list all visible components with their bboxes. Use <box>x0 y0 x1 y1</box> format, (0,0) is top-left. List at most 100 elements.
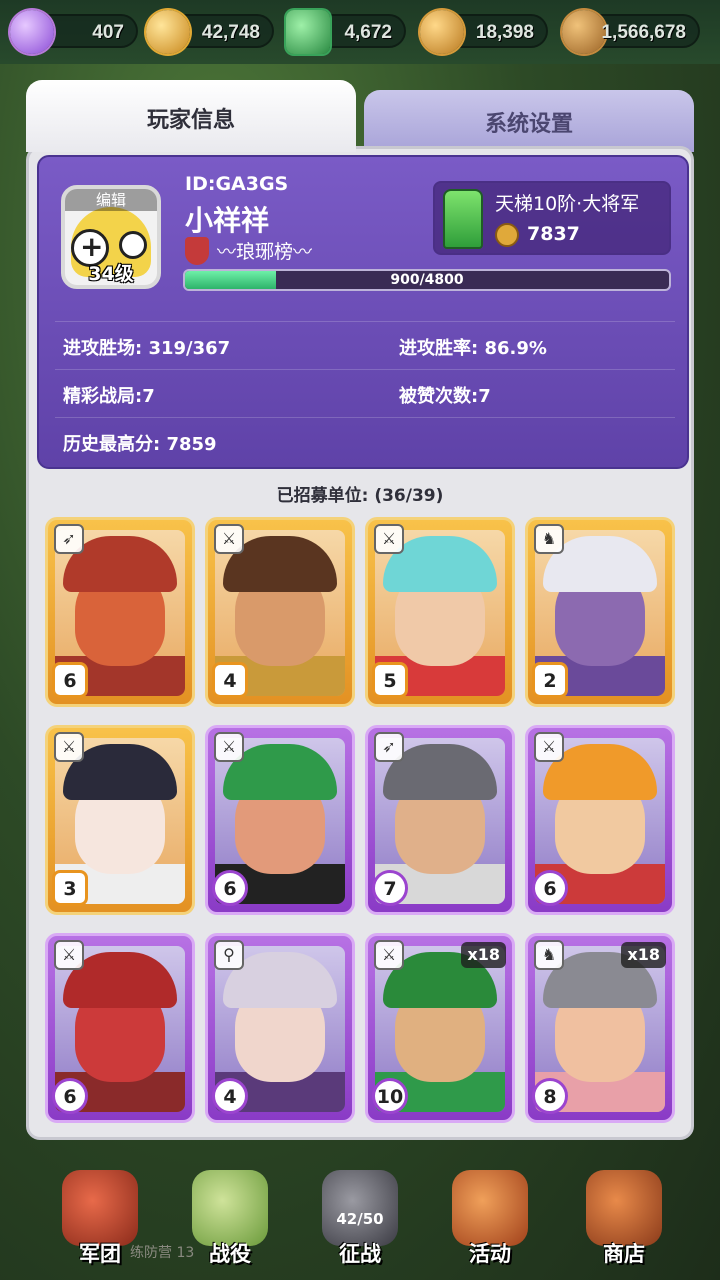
nav-subtext: 练防营 13 <box>130 1245 195 1261</box>
battle-count: 42/50 <box>336 1210 384 1228</box>
player-level: 34级 <box>88 263 134 285</box>
legion-icon <box>62 1170 138 1246</box>
edit-avatar-button[interactable]: 编辑 <box>65 189 157 211</box>
best-score-stat: 历史最高分: 7859 <box>63 434 217 455</box>
resource-wood[interactable]: 1,566,678 <box>562 10 700 54</box>
jade-icon <box>286 10 330 54</box>
unit-level-badge: 2 <box>532 662 568 698</box>
unit-card[interactable]: ♞ 8 x18 <box>525 933 675 1123</box>
resource-grain[interactable]: 18,398 <box>420 10 548 54</box>
tab-player-info-label: 玩家信息 <box>146 108 235 133</box>
nav-legion[interactable]: 军团 <box>40 1170 160 1280</box>
crossbow-icon: ➶ <box>54 524 84 554</box>
player-id: ID:GA3GS <box>185 173 289 195</box>
unit-count-badge: x18 <box>621 942 666 968</box>
rank-coin-icon <box>495 223 519 247</box>
unit-card[interactable]: ⚔ 4 <box>205 517 355 707</box>
resource-bar: 407 42,748 4,672 18,398 1,566,678 <box>0 0 720 64</box>
win-rate-stat: 进攻胜率: 86.9% <box>399 338 547 359</box>
wood-value: 1,566,678 <box>601 22 686 43</box>
unit-level-badge: 6 <box>52 1078 88 1114</box>
bottom-nav: 军团 战役 42/50 征战 活动 商店 <box>0 1140 720 1280</box>
rank-title: 天梯10阶·大将军 <box>495 193 640 215</box>
rank-trophy-icon <box>443 189 483 249</box>
rank-score: 7837 <box>527 223 580 245</box>
unit-card[interactable]: ⚔ 6 <box>525 725 675 915</box>
unit-level-badge: 3 <box>52 870 88 906</box>
tab-system-settings-label: 系统设置 <box>484 112 573 137</box>
sword-icon: ⚔ <box>374 940 404 970</box>
unit-level-badge: 4 <box>212 662 248 698</box>
profile-card: + 编辑 34级 ID:GA3GS 小祥祥 〰琅琊榜〰 天梯10阶·大将军 78… <box>37 155 689 469</box>
unit-card[interactable]: ⚔ 5 <box>365 517 515 707</box>
unit-count-badge: x18 <box>461 942 506 968</box>
avatar[interactable]: + 编辑 34级 <box>61 185 161 289</box>
nav-events-label: 活动 <box>469 1242 511 1266</box>
unit-level-badge: 5 <box>372 662 408 698</box>
tab-system-settings[interactable]: 系统设置 <box>364 90 694 152</box>
nav-battle-label: 征战 <box>339 1242 381 1266</box>
tab-player-info[interactable]: 玩家信息 <box>26 80 356 152</box>
gems-value: 407 <box>92 22 124 43</box>
resource-gold[interactable]: 42,748 <box>146 10 274 54</box>
guild-name[interactable]: 〰琅琊榜〰 <box>217 237 312 264</box>
crossbow-icon: ➶ <box>374 732 404 762</box>
stats-row-1: 进攻胜场: 319/367 进攻胜率: 86.9% <box>55 321 675 369</box>
resource-gems[interactable]: 407 <box>10 10 138 54</box>
unit-card[interactable]: ⚔ 10 x18 <box>365 933 515 1123</box>
unit-level-badge: 4 <box>212 1078 248 1114</box>
jade-value: 4,672 <box>344 22 392 43</box>
avatar-eye <box>119 231 147 259</box>
unit-card[interactable]: ⚔ 6 <box>45 933 195 1123</box>
nav-events[interactable]: 活动 <box>430 1170 550 1280</box>
shop-icon <box>586 1170 662 1246</box>
crossed-swords-icon <box>322 1170 398 1246</box>
horse-icon: ♞ <box>534 524 564 554</box>
drum-icon <box>452 1170 528 1246</box>
grain-value: 18,398 <box>475 22 534 43</box>
attack-wins-stat: 进攻胜场: 319/367 <box>63 338 231 359</box>
unit-card[interactable]: ⚔ 3 <box>45 725 195 915</box>
horse-icon: ♞ <box>534 940 564 970</box>
unit-level-badge: 7 <box>372 870 408 906</box>
nav-shop-label: 商店 <box>603 1242 645 1266</box>
xp-progress-text: 900/4800 <box>390 272 464 288</box>
likes-stat: 被赞次数:7 <box>399 386 491 407</box>
xp-progress-bar: 900/4800 <box>183 269 671 291</box>
unit-card[interactable]: ⚲ 4 <box>205 933 355 1123</box>
map-icon <box>192 1170 268 1246</box>
guild-name-text: 琅琊榜 <box>236 241 294 263</box>
wood-icon <box>562 10 606 54</box>
recruited-units-title: 已招募单位: (36/39) <box>276 486 444 506</box>
unit-card[interactable]: ➶ 6 <box>45 517 195 707</box>
unit-card[interactable]: ➶ 7 <box>365 725 515 915</box>
nav-shop[interactable]: 商店 <box>564 1170 684 1280</box>
sword-icon: ⚔ <box>374 524 404 554</box>
resource-jade[interactable]: 4,672 <box>286 10 406 54</box>
unit-level-badge: 6 <box>52 662 88 698</box>
sword-icon: ⚔ <box>534 732 564 762</box>
staff-icon: ⚲ <box>214 940 244 970</box>
sword-icon: ⚔ <box>214 524 244 554</box>
player-name: 小祥祥 <box>185 204 270 237</box>
gold-coin-icon <box>146 10 190 54</box>
nav-battle[interactable]: 42/50 征战 <box>300 1170 420 1280</box>
unit-grid: ➶ 6 ⚔ 4 ⚔ 5 ♞ 2 ⚔ 3 ⚔ 6 ➶ 7 ⚔ 6 ⚔ 6 ⚲ 4 ⚔ 10 x18 ♞ 8 x18 <box>45 517 681 1125</box>
ladder-rank-box[interactable]: 天梯10阶·大将军 7837 <box>433 181 671 255</box>
gold-value: 42,748 <box>201 22 260 43</box>
nav-campaign[interactable]: 战役 <box>170 1170 290 1280</box>
unit-card[interactable]: ♞ 2 <box>525 517 675 707</box>
grain-icon <box>420 10 464 54</box>
sword-icon: ⚔ <box>54 940 84 970</box>
unit-level-badge: 10 <box>372 1078 408 1114</box>
stats-row-3: 历史最高分: 7859 <box>55 417 675 465</box>
unit-level-badge: 6 <box>212 870 248 906</box>
sword-icon: ⚔ <box>54 732 84 762</box>
unit-card[interactable]: ⚔ 6 <box>205 725 355 915</box>
player-info-panel: + 编辑 34级 ID:GA3GS 小祥祥 〰琅琊榜〰 天梯10阶·大将军 78… <box>26 146 694 1140</box>
guild-icon <box>185 237 209 265</box>
great-battles-stat[interactable]: 精彩战局:7 <box>63 382 155 408</box>
unit-level-badge: 8 <box>532 1078 568 1114</box>
gem-icon <box>10 10 54 54</box>
unit-level-badge: 6 <box>532 870 568 906</box>
